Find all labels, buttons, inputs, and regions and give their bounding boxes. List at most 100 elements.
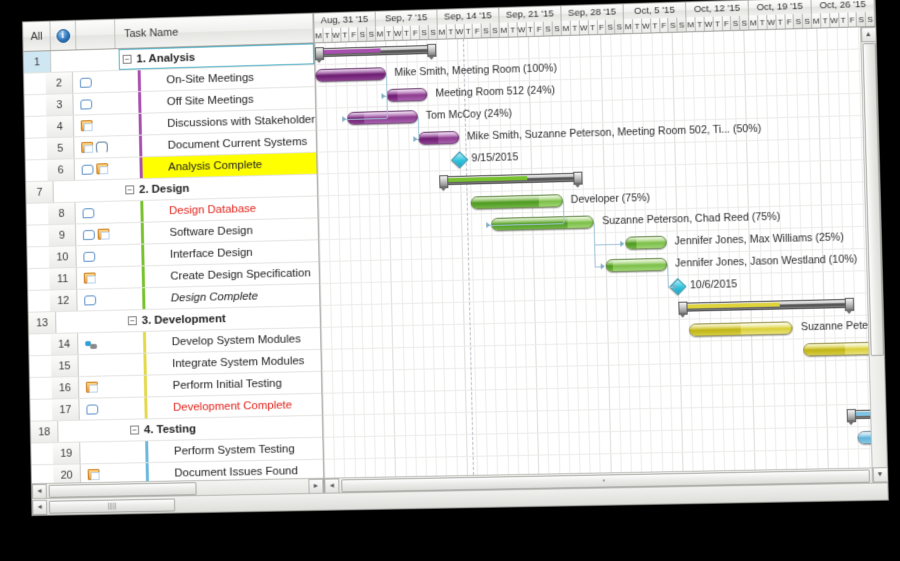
note-icon[interactable] <box>80 99 93 110</box>
row-indicators[interactable] <box>80 441 146 464</box>
row-number[interactable]: 3 <box>45 93 74 116</box>
notes-icon[interactable] <box>96 163 109 175</box>
timeline-day-label: T <box>323 27 333 43</box>
notes-icon[interactable] <box>87 469 100 481</box>
notes-icon[interactable] <box>83 272 96 284</box>
row-number[interactable]: 2 <box>45 72 74 94</box>
row-expander-icon[interactable]: − <box>125 185 135 195</box>
row-task-name-cell[interactable]: −4. Testing <box>123 415 323 441</box>
row-indicators[interactable] <box>74 135 140 159</box>
window-hscroll-thumb[interactable]: ||||| <box>48 497 176 514</box>
row-number[interactable]: 12 <box>49 289 78 312</box>
row-expander-icon[interactable]: − <box>130 425 140 435</box>
row-number[interactable]: 13 <box>28 312 57 334</box>
row-number[interactable]: 7 <box>26 181 54 203</box>
notes-icon[interactable] <box>81 141 94 154</box>
row-indicators[interactable] <box>50 49 117 72</box>
row-task-name-cell[interactable]: Software Design <box>140 218 319 244</box>
row-task-name-cell[interactable]: Design Complete <box>142 284 320 310</box>
row-number[interactable]: 8 <box>48 202 76 225</box>
vscroll-up-button[interactable]: ▲ <box>860 26 877 43</box>
row-indicators[interactable] <box>79 397 145 420</box>
row-task-name-cell[interactable]: Perform System Testing <box>145 437 323 463</box>
window-scroll-left-button[interactable]: ◄ <box>32 499 48 515</box>
row-number[interactable]: 16 <box>51 377 80 399</box>
row-number[interactable]: 9 <box>48 224 77 246</box>
task-bar[interactable] <box>605 257 668 273</box>
row-number[interactable]: 5 <box>46 137 75 159</box>
row-expander-icon[interactable]: − <box>122 54 132 64</box>
row-number[interactable]: 10 <box>48 246 77 268</box>
row-indicators[interactable] <box>56 310 122 333</box>
row-task-name-cell[interactable]: Integrate System Modules <box>143 349 321 375</box>
row-indicators[interactable] <box>78 353 144 377</box>
note-icon[interactable] <box>84 295 97 306</box>
task-grid-rows[interactable]: 1−1. Analysis 2 On-Site Meetings 3 Off Site … <box>23 43 324 484</box>
column-header-info[interactable]: i <box>50 20 77 51</box>
row-indicators[interactable] <box>76 266 143 289</box>
task-bar[interactable] <box>386 87 428 102</box>
row-indicators[interactable] <box>76 244 142 268</box>
row-indicators[interactable] <box>58 419 124 442</box>
row-number[interactable]: 15 <box>51 355 79 377</box>
note-icon[interactable] <box>81 164 94 175</box>
timeline-day-label: T <box>695 16 705 32</box>
task-name-label: 4. Testing <box>143 422 197 436</box>
row-indicators[interactable] <box>74 157 140 180</box>
note-icon[interactable] <box>79 77 92 88</box>
task-name-label: 2. Design <box>138 182 190 196</box>
row-number[interactable]: 17 <box>51 398 80 421</box>
task-bar[interactable] <box>470 194 563 210</box>
vscroll-down-button[interactable]: ▼ <box>872 467 888 483</box>
task-bar[interactable] <box>625 235 667 250</box>
row-task-name-cell[interactable]: Perform Initial Testing <box>143 371 322 397</box>
row-number[interactable]: 20 <box>53 464 82 484</box>
notes-icon[interactable] <box>85 381 98 393</box>
row-indicators[interactable] <box>73 92 139 115</box>
row-number[interactable]: 14 <box>50 333 79 355</box>
chart-scroll-left-button[interactable]: ◄ <box>324 478 340 494</box>
row-indicators[interactable] <box>77 288 143 311</box>
row-indicators[interactable] <box>78 375 145 398</box>
row-task-name-cell[interactable]: Create Design Specification <box>141 262 320 288</box>
attachment-icon[interactable] <box>95 140 108 154</box>
grid-scroll-right-button[interactable]: ► <box>308 478 324 495</box>
row-indicators[interactable] <box>75 222 142 246</box>
grid-scroll-left-button[interactable]: ◄ <box>31 483 47 500</box>
note-icon[interactable] <box>82 229 95 241</box>
row-task-name-cell[interactable]: Interface Design <box>141 240 319 266</box>
row-indicators[interactable] <box>75 201 141 224</box>
note-icon[interactable] <box>83 251 96 262</box>
task-bar[interactable] <box>418 130 460 145</box>
row-indicators[interactable] <box>80 463 147 484</box>
row-expander-icon[interactable]: − <box>127 316 137 326</box>
row-number[interactable]: 11 <box>49 267 78 290</box>
column-header-indicators[interactable] <box>75 19 116 50</box>
row-indicators[interactable] <box>78 331 144 355</box>
column-header-all[interactable]: All <box>23 21 51 51</box>
notes-icon[interactable] <box>97 228 110 240</box>
task-bar[interactable] <box>689 321 793 337</box>
timeline-day-label: F <box>785 14 795 29</box>
timeline-day-label: S <box>677 17 687 32</box>
row-number[interactable]: 4 <box>46 115 75 138</box>
note-icon[interactable] <box>82 208 95 219</box>
gantt-bars-area[interactable]: Mike Smith, Meeting Room (100%) Meeting R… <box>314 26 887 478</box>
row-indicators[interactable] <box>73 113 139 137</box>
row-number[interactable]: 19 <box>52 442 81 464</box>
row-number[interactable]: 1 <box>23 51 52 73</box>
column-header-task-name[interactable]: Task Name <box>115 13 314 49</box>
row-number[interactable]: 18 <box>30 421 59 443</box>
row-number[interactable]: 6 <box>47 159 76 181</box>
link-icon[interactable] <box>85 341 97 349</box>
notes-icon[interactable] <box>80 120 93 132</box>
note-icon[interactable] <box>86 404 99 415</box>
task-bar[interactable] <box>315 67 387 83</box>
row-indicators[interactable] <box>53 179 119 203</box>
summary-cap-right-icon <box>573 171 583 185</box>
timeline-day-label: W <box>517 22 527 37</box>
row-task-name-cell[interactable]: Develop System Modules <box>142 327 321 353</box>
timeline-week-label: Sep, 21 '15 <box>499 6 562 23</box>
row-task-name-cell[interactable]: Development Complete <box>144 393 322 419</box>
row-indicators[interactable] <box>72 70 139 93</box>
